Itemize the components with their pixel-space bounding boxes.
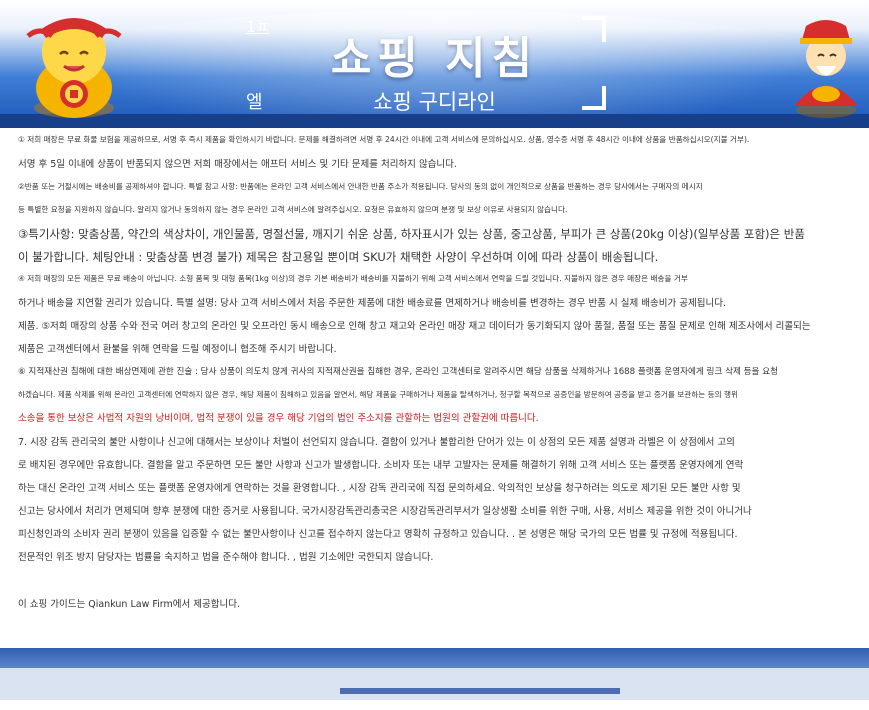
footer-title-fragment xyxy=(340,688,620,710)
guideline-line: 서명 후 5일 이내에 상품이 반품되지 않으면 저희 매장에서는 애프터 서비… xyxy=(18,159,457,170)
page-title: 쇼핑 지침 xyxy=(330,33,539,84)
law-firm-credit: 이 쇼핑 가이드는 Qiankun Law Firm에서 제공합니다. xyxy=(18,599,240,610)
bracket-decoration-top xyxy=(582,16,606,42)
guideline-line: ②반품 또는 거절시에는 배송비를 공제하셔야 합니다. 특별 참고 사항: 반… xyxy=(18,182,703,191)
guideline-line: 피신청인과의 소비자 권리 분쟁이 있음을 입증할 수 없는 불만사항이나 신고… xyxy=(18,529,738,540)
guideline-line: 신고는 당사에서 처리가 면제되며 향후 분쟁에 대한 증거로 사용됩니다. 국… xyxy=(18,506,752,517)
guideline-line: ⑥ 지적재산권 침해에 대한 배상면제에 관한 진술 : 당사 상품이 의도치 … xyxy=(18,367,779,377)
guideline-line: 하거나 배송을 지연할 권리가 있습니다. 특별 설명: 당사 고객 서비스에서… xyxy=(18,298,726,309)
guideline-line: 하겠습니다. 제품 삭제를 위해 온라인 고객센터에 연락하지 않은 경우, 해… xyxy=(18,390,738,399)
guideline-line: 7. 시장 감독 관리국의 불만 사항이나 신고에 대해서는 보상이나 처벌이 … xyxy=(18,437,735,448)
guideline-line: 등 특별한 요청을 지원하지 않습니다. 알리지 않거나 동의하지 않는 경우 … xyxy=(18,205,568,214)
guideline-line: 이 불가합니다. 체팅안내 : 맞춤상품 변경 불가) 제목은 참고용일 뿐이며… xyxy=(18,250,659,264)
guideline-line: 로 배치된 경우에만 유효합니다. 결함을 알고 주문하면 모든 불만 사항과 … xyxy=(18,460,744,471)
footer-banner xyxy=(0,668,869,700)
guideline-line: ① 저희 매장은 무료 화물 보험을 제공하므로, 서명 후 즉시 제품을 확인… xyxy=(18,135,750,144)
bracket-decoration-bottom xyxy=(582,86,606,110)
guideline-line: 제품. ⑤저희 매장의 상품 수와 전국 여러 창고의 온라인 및 오프라인 동… xyxy=(18,321,811,332)
footer-banner-stripe xyxy=(0,648,869,668)
guideline-line: 하는 대신 온라인 고객 서비스 또는 플랫폼 운영자에게 연락하는 것을 환영… xyxy=(18,483,741,494)
guideline-line: 전문적인 위조 방지 담당자는 법률을 숙지하고 법을 준수해야 합니다. , … xyxy=(18,552,434,563)
guideline-line: ④ 저희 매장의 모든 제품은 무료 배송이 아닙니다. 소형 품목 및 대형 … xyxy=(18,274,688,283)
page-subtitle: 쇼핑 구디라인 xyxy=(373,90,496,114)
guideline-line-highlight: 소송을 통한 보상은 사법적 자원의 낭비이며, 법적 분쟁이 있을 경우 해당… xyxy=(18,413,539,424)
guideline-line: 제품은 고객센터에서 환불을 위해 연락을 드릴 예정이니 협조해 주시기 바랍… xyxy=(18,344,337,355)
guideline-line: ③특기사항: 맞춤상품, 약간의 색상차이, 개인물품, 명절선물, 깨지기 쉬… xyxy=(18,227,805,241)
